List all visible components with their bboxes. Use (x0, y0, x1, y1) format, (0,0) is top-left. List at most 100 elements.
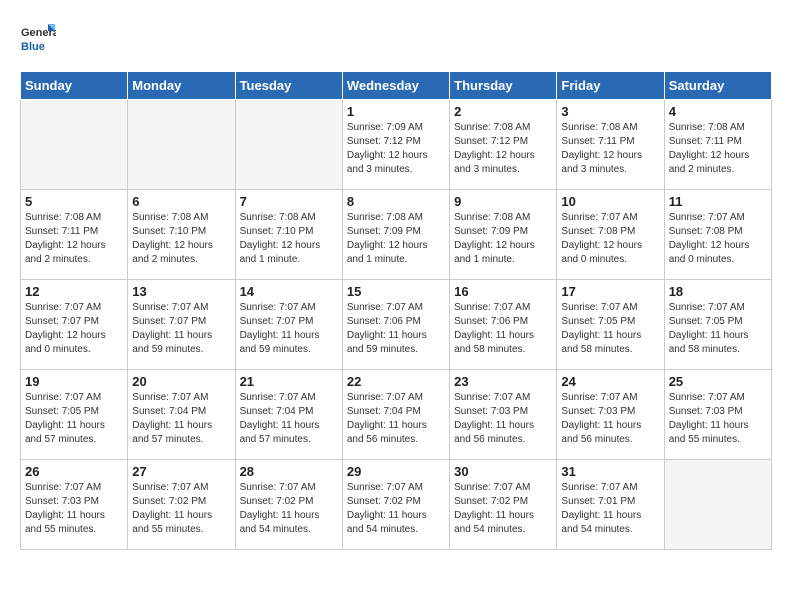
calendar-cell: 30 Sunrise: 7:07 AM Sunset: 7:02 PM Dayli… (450, 459, 557, 549)
svg-text:Blue: Blue (21, 41, 45, 53)
day-info: Sunrise: 7:07 AM Sunset: 7:03 PM Dayligh… (669, 391, 767, 447)
calendar-cell: 5 Sunrise: 7:08 AM Sunset: 7:11 PM Daylig… (21, 189, 128, 279)
week-row-2: 5 Sunrise: 7:08 AM Sunset: 7:11 PM Daylig… (21, 189, 772, 279)
week-row-1: 1Sunrise: 7:09 AM Sunset: 7:12 PM Daylig… (21, 99, 772, 189)
day-number: 5 (25, 194, 123, 209)
day-number: 4 (669, 104, 767, 119)
day-info: Sunrise: 7:07 AM Sunset: 7:06 PM Dayligh… (347, 301, 445, 357)
calendar-cell: 9 Sunrise: 7:08 AM Sunset: 7:09 PM Daylig… (450, 189, 557, 279)
calendar-cell: 22Sunrise: 7:07 AM Sunset: 7:04 PM Dayli… (342, 369, 449, 459)
day-number: 3 (561, 104, 659, 119)
calendar-cell: 21 Sunrise: 7:07 AM Sunset: 7:04 PM Dayli… (235, 369, 342, 459)
day-number: 30 (454, 464, 552, 479)
day-info: Sunrise: 7:07 AM Sunset: 7:03 PM Dayligh… (561, 391, 659, 447)
day-info: Sunrise: 7:08 AM Sunset: 7:11 PM Dayligh… (561, 121, 659, 177)
weekday-header-monday: Monday (128, 71, 235, 99)
day-number: 21 (240, 374, 338, 389)
calendar-cell (128, 99, 235, 189)
day-number: 12 (25, 284, 123, 299)
day-info: Sunrise: 7:07 AM Sunset: 7:05 PM Dayligh… (561, 301, 659, 357)
day-info: Sunrise: 7:07 AM Sunset: 7:05 PM Dayligh… (669, 301, 767, 357)
calendar-cell: 18 Sunrise: 7:07 AM Sunset: 7:05 PM Dayli… (664, 279, 771, 369)
day-number: 16 (454, 284, 552, 299)
day-info: Sunrise: 7:08 AM Sunset: 7:12 PM Dayligh… (454, 121, 552, 177)
day-info: Sunrise: 7:08 AM Sunset: 7:09 PM Dayligh… (454, 211, 552, 267)
weekday-header-tuesday: Tuesday (235, 71, 342, 99)
weekday-header-thursday: Thursday (450, 71, 557, 99)
calendar-cell: 24 Sunrise: 7:07 AM Sunset: 7:03 PM Dayli… (557, 369, 664, 459)
calendar-cell: 15 Sunrise: 7:07 AM Sunset: 7:06 PM Dayli… (342, 279, 449, 369)
day-info: Sunrise: 7:07 AM Sunset: 7:02 PM Dayligh… (454, 481, 552, 537)
calendar-table: SundayMondayTuesdayWednesdayThursdayFrid… (20, 71, 772, 550)
weekday-header-row: SundayMondayTuesdayWednesdayThursdayFrid… (21, 71, 772, 99)
weekday-header-friday: Friday (557, 71, 664, 99)
day-number: 24 (561, 374, 659, 389)
logo-svg: General Blue (20, 20, 56, 56)
day-info: Sunrise: 7:07 AM Sunset: 7:07 PM Dayligh… (132, 301, 230, 357)
weekday-header-saturday: Saturday (664, 71, 771, 99)
day-info: Sunrise: 7:07 AM Sunset: 7:02 PM Dayligh… (132, 481, 230, 537)
day-number: 19 (25, 374, 123, 389)
day-info: Sunrise: 7:07 AM Sunset: 7:04 PM Dayligh… (240, 391, 338, 447)
page-header: General Blue (20, 20, 772, 61)
week-row-4: 19Sunrise: 7:07 AM Sunset: 7:05 PM Dayli… (21, 369, 772, 459)
calendar-cell: 8Sunrise: 7:08 AM Sunset: 7:09 PM Daylig… (342, 189, 449, 279)
day-info: Sunrise: 7:07 AM Sunset: 7:01 PM Dayligh… (561, 481, 659, 537)
calendar-cell: 3 Sunrise: 7:08 AM Sunset: 7:11 PM Daylig… (557, 99, 664, 189)
day-info: Sunrise: 7:07 AM Sunset: 7:02 PM Dayligh… (240, 481, 338, 537)
calendar-cell: 27 Sunrise: 7:07 AM Sunset: 7:02 PM Dayli… (128, 459, 235, 549)
day-number: 31 (561, 464, 659, 479)
day-number: 28 (240, 464, 338, 479)
weekday-header-wednesday: Wednesday (342, 71, 449, 99)
day-number: 9 (454, 194, 552, 209)
calendar-cell: 25 Sunrise: 7:07 AM Sunset: 7:03 PM Dayli… (664, 369, 771, 459)
day-number: 25 (669, 374, 767, 389)
weekday-header-sunday: Sunday (21, 71, 128, 99)
day-info: Sunrise: 7:08 AM Sunset: 7:11 PM Dayligh… (669, 121, 767, 177)
day-number: 10 (561, 194, 659, 209)
day-info: Sunrise: 7:08 AM Sunset: 7:11 PM Dayligh… (25, 211, 123, 267)
day-number: 18 (669, 284, 767, 299)
calendar-cell: 14 Sunrise: 7:07 AM Sunset: 7:07 PM Dayli… (235, 279, 342, 369)
calendar-cell: 2 Sunrise: 7:08 AM Sunset: 7:12 PM Daylig… (450, 99, 557, 189)
calendar-cell: 23Sunrise: 7:07 AM Sunset: 7:03 PM Dayli… (450, 369, 557, 459)
day-number: 27 (132, 464, 230, 479)
calendar-cell: 1Sunrise: 7:09 AM Sunset: 7:12 PM Daylig… (342, 99, 449, 189)
day-number: 7 (240, 194, 338, 209)
calendar-cell (235, 99, 342, 189)
day-info: Sunrise: 7:07 AM Sunset: 7:08 PM Dayligh… (561, 211, 659, 267)
calendar-cell: 10 Sunrise: 7:07 AM Sunset: 7:08 PM Dayli… (557, 189, 664, 279)
day-info: Sunrise: 7:08 AM Sunset: 7:10 PM Dayligh… (132, 211, 230, 267)
calendar-cell: 11Sunrise: 7:07 AM Sunset: 7:08 PM Dayli… (664, 189, 771, 279)
day-info: Sunrise: 7:07 AM Sunset: 7:02 PM Dayligh… (347, 481, 445, 537)
day-info: Sunrise: 7:08 AM Sunset: 7:10 PM Dayligh… (240, 211, 338, 267)
calendar-cell: 29Sunrise: 7:07 AM Sunset: 7:02 PM Dayli… (342, 459, 449, 549)
day-number: 13 (132, 284, 230, 299)
calendar-cell: 16Sunrise: 7:07 AM Sunset: 7:06 PM Dayli… (450, 279, 557, 369)
logo: General Blue (20, 20, 58, 61)
day-number: 2 (454, 104, 552, 119)
calendar-cell: 7 Sunrise: 7:08 AM Sunset: 7:10 PM Daylig… (235, 189, 342, 279)
calendar-cell: 19Sunrise: 7:07 AM Sunset: 7:05 PM Dayli… (21, 369, 128, 459)
day-number: 14 (240, 284, 338, 299)
calendar-cell: 6 Sunrise: 7:08 AM Sunset: 7:10 PM Daylig… (128, 189, 235, 279)
day-info: Sunrise: 7:07 AM Sunset: 7:04 PM Dayligh… (132, 391, 230, 447)
day-number: 6 (132, 194, 230, 209)
day-info: Sunrise: 7:07 AM Sunset: 7:03 PM Dayligh… (454, 391, 552, 447)
day-number: 11 (669, 194, 767, 209)
week-row-3: 12 Sunrise: 7:07 AM Sunset: 7:07 PM Dayli… (21, 279, 772, 369)
calendar-cell: 12Sunrise: 7:07 AM Sunset: 7:07 PM Dayli… (21, 279, 128, 369)
day-info: Sunrise: 7:07 AM Sunset: 7:07 PM Dayligh… (240, 301, 338, 357)
calendar-cell: 28 Sunrise: 7:07 AM Sunset: 7:02 PM Dayli… (235, 459, 342, 549)
calendar-cell: 20Sunrise: 7:07 AM Sunset: 7:04 PM Dayli… (128, 369, 235, 459)
day-number: 26 (25, 464, 123, 479)
calendar-cell: 13 Sunrise: 7:07 AM Sunset: 7:07 PM Dayli… (128, 279, 235, 369)
calendar-cell (664, 459, 771, 549)
calendar-cell: 17 Sunrise: 7:07 AM Sunset: 7:05 PM Dayli… (557, 279, 664, 369)
week-row-5: 26Sunrise: 7:07 AM Sunset: 7:03 PM Dayli… (21, 459, 772, 549)
day-info: Sunrise: 7:08 AM Sunset: 7:09 PM Dayligh… (347, 211, 445, 267)
day-number: 17 (561, 284, 659, 299)
calendar-cell: 26Sunrise: 7:07 AM Sunset: 7:03 PM Dayli… (21, 459, 128, 549)
calendar-cell: 4 Sunrise: 7:08 AM Sunset: 7:11 PM Daylig… (664, 99, 771, 189)
day-number: 15 (347, 284, 445, 299)
